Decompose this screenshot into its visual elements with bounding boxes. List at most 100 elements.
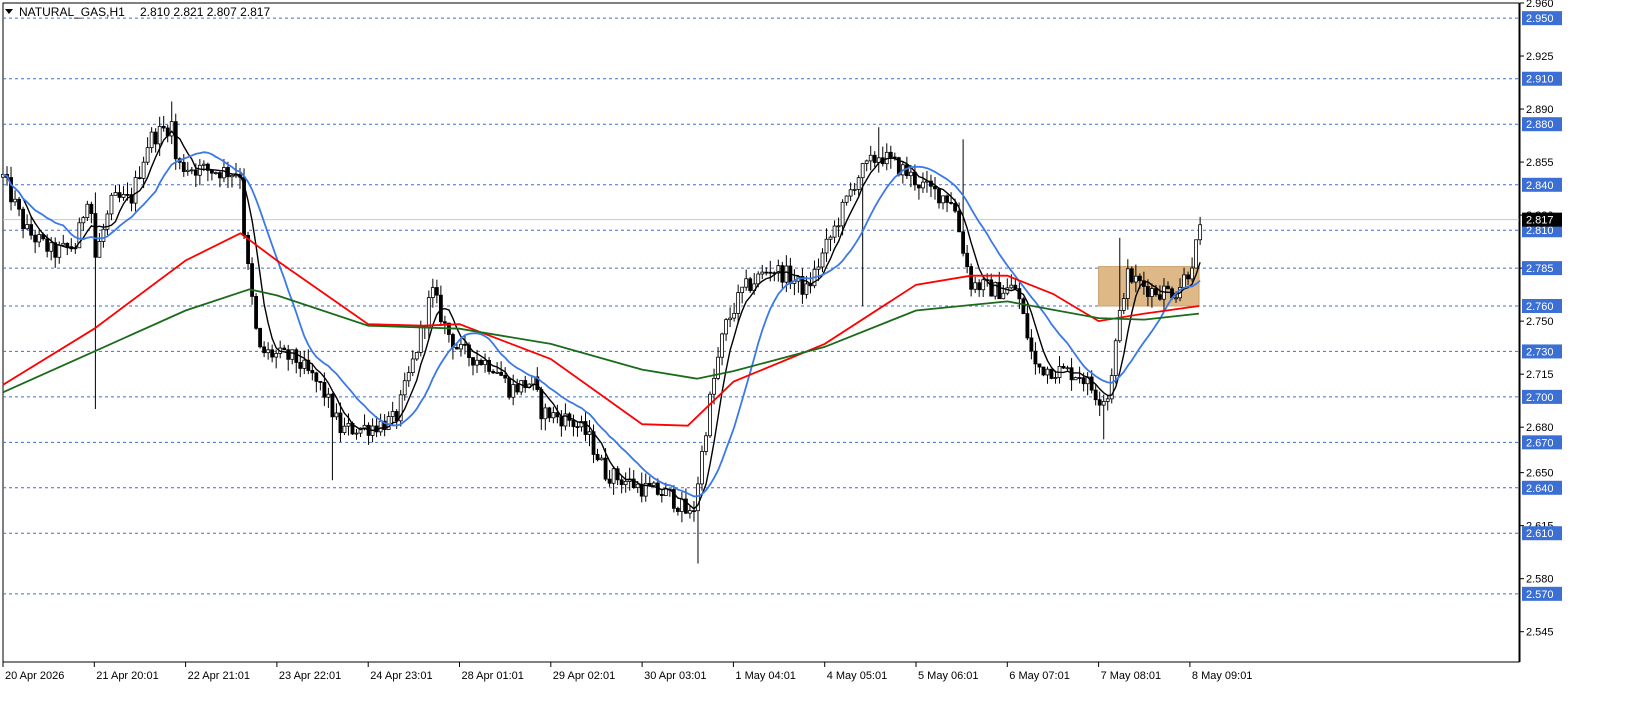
candle-body (346, 422, 351, 427)
candle-body (1113, 340, 1118, 376)
candle-body (607, 478, 612, 484)
candle-body (173, 121, 178, 160)
level-price-tag-label: 2.810 (1526, 225, 1554, 237)
candle-body (1146, 286, 1150, 297)
last-price-tag-label: 2.817 (1526, 215, 1554, 227)
candle-body (945, 195, 949, 203)
candle-body (1121, 298, 1126, 311)
candle-body (459, 343, 463, 350)
price-chart[interactable]: 2.9602.9252.8902.8552.8202.7852.7502.715… (0, 0, 1641, 719)
candle-body (1033, 350, 1038, 365)
candle-body (917, 184, 921, 189)
candle-body (852, 188, 857, 191)
candle-body (153, 131, 158, 145)
price-tick-label: 2.680 (1526, 422, 1554, 434)
candle-body (953, 202, 957, 212)
candle-body (430, 287, 435, 298)
candle-body (442, 321, 447, 324)
candle-body (736, 292, 741, 314)
candle-body (503, 374, 508, 379)
candle-body (1101, 401, 1106, 406)
candle-body (97, 241, 102, 258)
candle-body (700, 451, 704, 485)
candle-body (378, 420, 383, 433)
candle-body (571, 419, 576, 427)
candle-body (949, 202, 953, 204)
candle-body (1061, 365, 1066, 369)
candle-body (680, 498, 684, 512)
candle-body (856, 177, 861, 190)
candle-body (824, 238, 829, 254)
candle-body (1049, 368, 1054, 379)
candle-body (1013, 284, 1018, 289)
candle-body (595, 454, 600, 461)
candle-body (1025, 313, 1030, 339)
candle-body (1137, 275, 1142, 282)
candle-body (740, 286, 745, 294)
candle-body (338, 412, 343, 434)
candle-body (189, 169, 194, 172)
candle-body (45, 238, 50, 252)
candle-body (33, 234, 38, 243)
candle-body (836, 225, 841, 228)
horizontal-levels (3, 17, 1519, 595)
candle-body (1158, 294, 1162, 300)
candle-body (559, 416, 564, 427)
candle-body (1182, 274, 1186, 288)
collapse-triangle-icon[interactable] (5, 9, 13, 14)
candle-body (941, 195, 945, 204)
ma-line-fast (2, 130, 1201, 510)
candle-body (113, 192, 118, 196)
candle-body (479, 359, 483, 366)
candle-body (663, 488, 668, 496)
candle-body (635, 483, 640, 489)
candle-body (402, 380, 407, 396)
candle-body (13, 198, 17, 203)
price-tick-label: 2.650 (1526, 468, 1554, 480)
candle-body (904, 164, 909, 177)
candle-body (828, 236, 833, 240)
candle-body (471, 357, 475, 366)
candle-body (133, 177, 138, 204)
candle-body (1065, 367, 1070, 370)
candle-body (1001, 292, 1006, 300)
candle-body (507, 377, 512, 398)
candle-body (318, 380, 323, 383)
candle-body (989, 279, 994, 297)
candle-body (575, 426, 580, 428)
price-axis[interactable]: 2.9602.9252.8902.8552.8202.7852.7502.715… (1519, 0, 1562, 662)
candle-body (254, 295, 258, 329)
candle-body (611, 468, 616, 484)
candle-body (1133, 275, 1138, 283)
candle-body (270, 349, 275, 358)
candle-body (455, 347, 459, 350)
time-axis[interactable]: 20 Apr 2026 21 Apr 20:01 22 Apr 21:01 23 Ap… (2, 662, 1253, 682)
candle-body (704, 435, 708, 452)
candle-body (1129, 268, 1134, 283)
candle-body (1045, 368, 1050, 376)
candle-body (712, 377, 716, 395)
candle-body (1009, 284, 1014, 289)
candle-body (1017, 288, 1022, 300)
candle-body (57, 244, 62, 258)
candle-body (1089, 376, 1094, 391)
candle-body (708, 393, 712, 437)
candle-body (816, 266, 821, 270)
time-tick-label: 8 May 09:01 (1192, 670, 1253, 682)
level-price-tag-label: 2.910 (1526, 74, 1554, 86)
candle-body (491, 370, 495, 374)
candle-body (197, 164, 202, 176)
candle-body (961, 231, 966, 254)
candle-body (85, 203, 90, 218)
candle-body (475, 359, 479, 366)
time-tick-label: 29 Apr 02:01 (553, 670, 615, 682)
level-price-tag-label: 2.610 (1526, 528, 1554, 540)
candle-body (117, 192, 122, 198)
candle-body (483, 359, 487, 366)
level-price-tag-label: 2.670 (1526, 437, 1554, 449)
candle-body (1021, 298, 1026, 315)
candle-body (1029, 337, 1034, 352)
price-tick-label: 2.545 (1526, 627, 1554, 639)
candle-body (181, 161, 186, 172)
candle-body (1041, 366, 1046, 376)
